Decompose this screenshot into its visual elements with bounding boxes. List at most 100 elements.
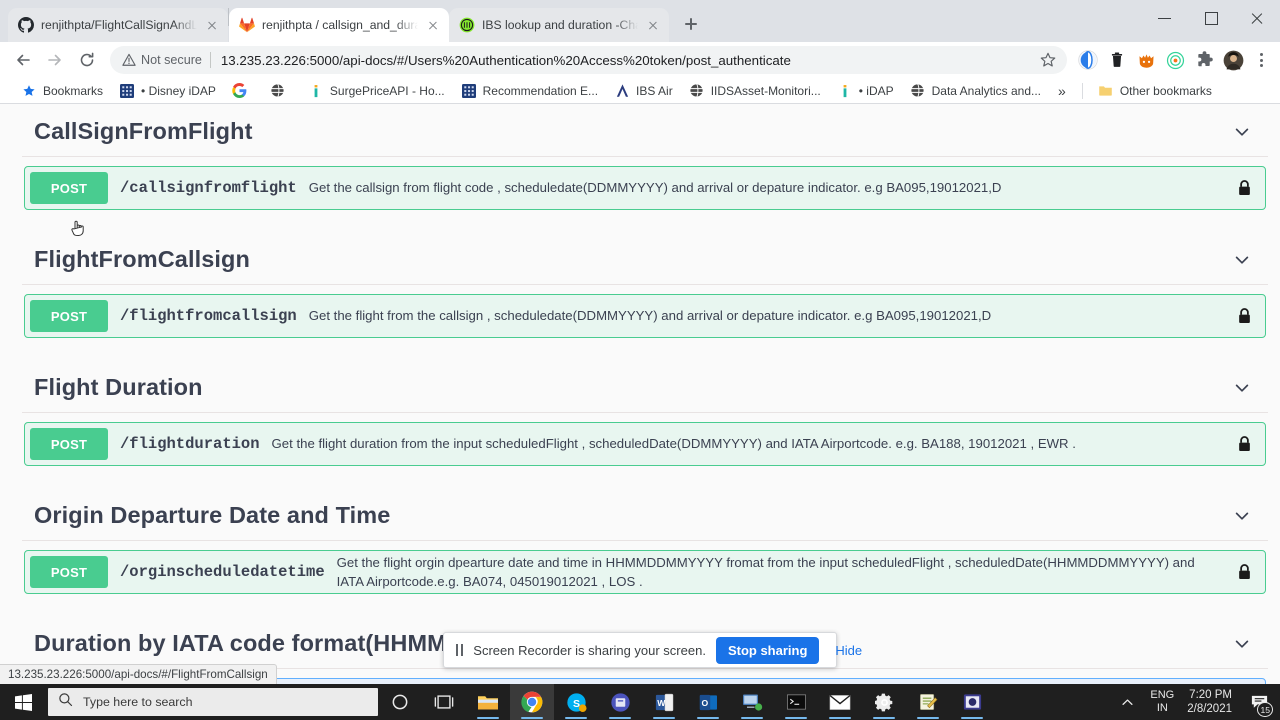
camera-icon[interactable] <box>950 684 994 720</box>
language-indicator[interactable]: ENG IN <box>1141 689 1183 716</box>
lock-icon[interactable] <box>1223 295 1265 337</box>
remote-desktop-icon[interactable] <box>730 684 774 720</box>
status-bubble: 13.235.23.226:5000/api-docs/#/FlightFrom… <box>0 664 277 684</box>
page-scrollbar[interactable] <box>1274 104 1280 684</box>
close-window-button[interactable] <box>1234 0 1280 36</box>
bookmark-item-iidsasset[interactable]: IIDSAsset-Monitori... <box>682 80 828 102</box>
bookmark-item-surgepriceapi[interactable]: SurgePriceAPI - Ho... <box>301 80 452 102</box>
action-center-icon[interactable]: 15 <box>1242 684 1276 720</box>
bookmark-item-globe-1[interactable] <box>263 80 299 102</box>
group-header[interactable]: Origin Departure Date and Time <box>22 488 1268 541</box>
chevron-down-icon[interactable] <box>1232 378 1252 398</box>
browser-tab-3[interactable]: IBS lookup and duration -Chainc <box>449 8 669 42</box>
mail-icon[interactable] <box>818 684 862 720</box>
profile-avatar[interactable] <box>1222 49 1244 71</box>
notification-count-badge: 15 <box>1257 702 1273 717</box>
group-header[interactable]: CallSignFromFlight <box>22 104 1268 157</box>
search-input[interactable]: Type here to search <box>48 688 378 716</box>
three-dot-menu-icon[interactable] <box>1250 49 1272 71</box>
firefox-extension-icon[interactable] <box>1135 49 1157 71</box>
word-icon[interactable]: W <box>642 684 686 720</box>
browser-tab-1[interactable]: renjithpta/FlightCallSignAndLook <box>8 8 228 42</box>
reload-icon[interactable] <box>72 45 102 75</box>
star-icon <box>21 83 37 99</box>
bookmarks-overflow-button[interactable]: » <box>1050 81 1074 101</box>
bookmark-label: Bookmarks <box>43 83 104 98</box>
bookmark-item-data-analytics[interactable]: Data Analytics and... <box>903 80 1048 102</box>
forward-arrow-icon[interactable] <box>40 45 70 75</box>
address-bar[interactable]: Not secure 13.235.23.226:5000/api-docs/#… <box>110 46 1067 74</box>
target-icon[interactable] <box>1164 49 1186 71</box>
globe-icon <box>689 83 705 99</box>
group-header[interactable]: FlightFromCallsign <box>22 232 1268 285</box>
star-icon[interactable] <box>1039 51 1057 69</box>
browser-tab-2[interactable]: renjithpta / callsign_and_duration <box>229 8 449 42</box>
github-icon <box>18 17 34 33</box>
security-indicator[interactable]: Not secure <box>122 53 202 67</box>
lock-icon[interactable] <box>1223 423 1265 465</box>
command-prompt-icon[interactable] <box>774 684 818 720</box>
show-hidden-icons-icon[interactable] <box>1113 684 1141 720</box>
minimize-button[interactable] <box>1142 0 1188 36</box>
stop-sharing-button[interactable]: Stop sharing <box>715 636 820 664</box>
chevron-down-icon[interactable] <box>1232 506 1252 526</box>
operation-row[interactable]: POST /orginscheduledatetime Get the flig… <box>24 550 1266 594</box>
chevron-down-icon[interactable] <box>1232 250 1252 270</box>
operation-description: Get the callsign from flight code , sche… <box>308 180 1002 196</box>
bookmark-item-bookmarks[interactable]: Bookmarks <box>14 80 110 102</box>
language-code: ENG <box>1150 688 1175 701</box>
clock-date: 2/8/2021 <box>1187 703 1232 715</box>
search-placeholder: Type here to search <box>83 695 193 709</box>
ibs-air-icon <box>614 83 630 99</box>
bookmark-item-idap[interactable]: • iDAP <box>830 80 901 102</box>
trash-icon[interactable] <box>1106 49 1128 71</box>
operation-row[interactable]: POST /flightfromcallsign Get the flight … <box>24 294 1266 338</box>
task-view-icon[interactable] <box>422 684 466 720</box>
info-icon <box>308 83 324 99</box>
globe-icon <box>910 83 926 99</box>
tab-close-button[interactable] <box>645 17 661 33</box>
maximize-button[interactable] <box>1188 0 1234 36</box>
group-header[interactable]: Flight Duration <box>22 360 1268 413</box>
chrome-icon[interactable] <box>510 684 554 720</box>
lock-icon[interactable] <box>1223 551 1265 593</box>
bookmark-item-other-bookmarks[interactable]: Other bookmarks <box>1091 80 1219 102</box>
cortana-icon[interactable] <box>378 684 422 720</box>
clock[interactable]: 7:20 PM 2/8/2021 <box>1183 688 1242 717</box>
outlook-icon[interactable]: O <box>686 684 730 720</box>
bookmark-label: SurgePriceAPI - Ho... <box>329 83 445 98</box>
windows-start-icon[interactable] <box>0 684 46 720</box>
operation-group-flightduration: Flight Duration POST /flightduration Get… <box>22 360 1268 466</box>
omnibox-divider <box>209 52 211 68</box>
bookmark-item-disney-idap[interactable]: • Disney iDAP <box>112 80 223 102</box>
grid-icon <box>461 83 477 99</box>
tab-close-button[interactable] <box>204 17 220 33</box>
file-explorer-icon[interactable] <box>466 684 510 720</box>
opera-icon[interactable] <box>1077 49 1099 71</box>
extension-icons <box>1075 49 1244 71</box>
http-verb-badge: POST <box>30 556 108 588</box>
puzzle-extensions-icon[interactable] <box>1193 49 1215 71</box>
bookmark-label: Data Analytics and... <box>931 83 1042 98</box>
notepad-icon[interactable] <box>906 684 950 720</box>
settings-icon[interactable] <box>862 684 906 720</box>
svg-text:O: O <box>701 697 708 707</box>
operation-row[interactable]: POST /callsignfromflight Get the callsig… <box>24 166 1266 210</box>
new-tab-button[interactable] <box>677 10 705 38</box>
hide-button[interactable]: Hide <box>829 639 868 662</box>
http-verb-badge: POST <box>30 172 108 204</box>
skype-icon[interactable]: S <box>554 684 598 720</box>
tab-title: IBS lookup and duration -Chainc <box>482 18 638 32</box>
window-controls <box>1142 0 1280 36</box>
bookmark-item-google[interactable] <box>225 80 261 102</box>
lock-icon[interactable] <box>1223 167 1265 209</box>
chevron-down-icon[interactable] <box>1232 634 1252 654</box>
teams-icon[interactable] <box>598 684 642 720</box>
back-arrow-icon[interactable] <box>8 45 38 75</box>
chevron-down-icon[interactable] <box>1232 122 1252 142</box>
bookmark-item-recommendation[interactable]: Recommendation E... <box>454 80 605 102</box>
operation-group-orginscheduledatetime: Origin Departure Date and Time POST /org… <box>22 488 1268 594</box>
tab-close-button[interactable] <box>425 17 441 33</box>
operation-row[interactable]: POST /flightduration Get the flight dura… <box>24 422 1266 466</box>
bookmark-item-ibs-air[interactable]: IBS Air <box>607 80 680 102</box>
